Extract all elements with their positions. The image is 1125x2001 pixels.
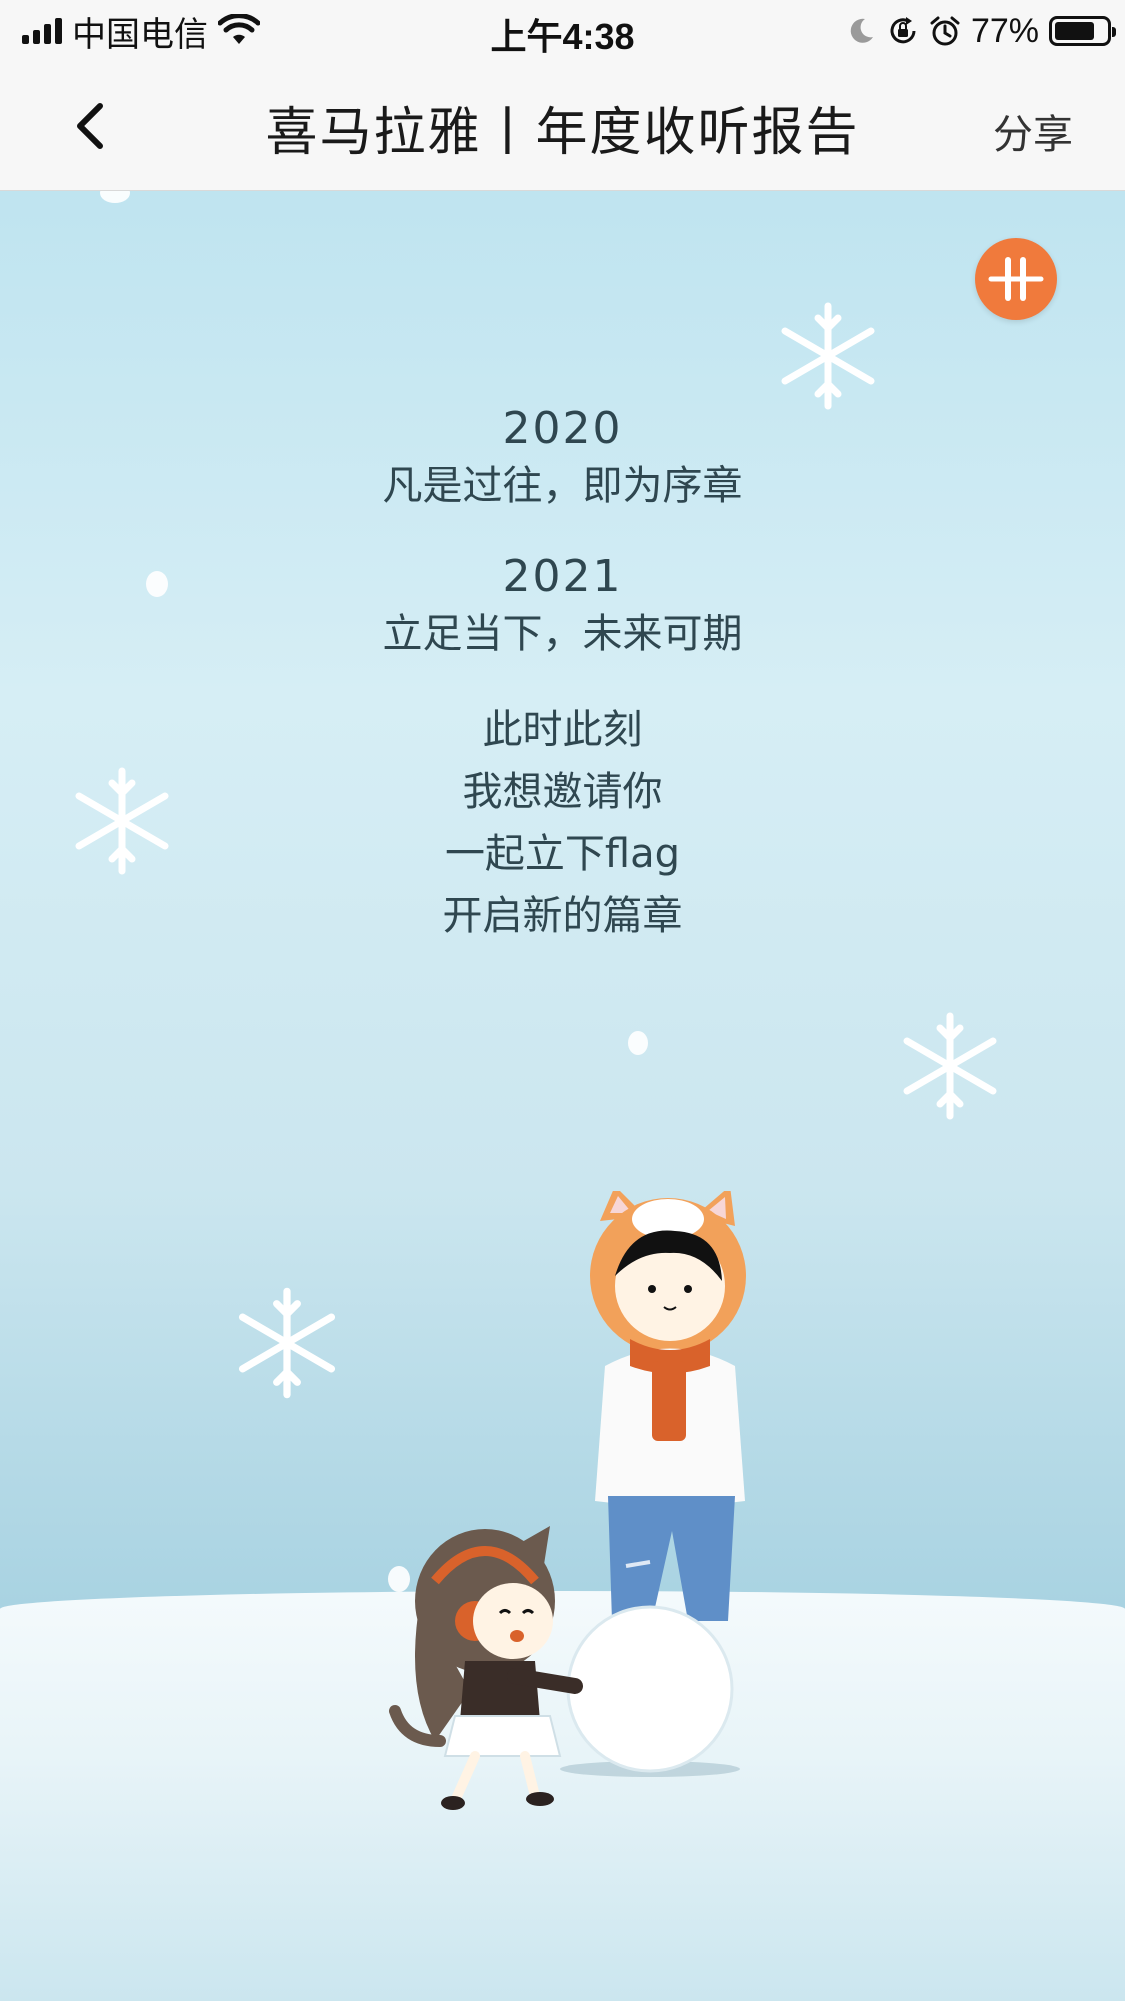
page-title: 喜马拉雅丨年度收听报告 — [265, 103, 860, 163]
share-button[interactable]: 分享 — [993, 102, 1073, 160]
rotation-lock-icon — [890, 17, 916, 44]
year-2021: 2021 — [502, 551, 623, 602]
nav-bar: 喜马拉雅丨年度收听报告 分享 — [0, 62, 1125, 191]
poem-2020: 2020 凡是过往，即为序章 — [0, 401, 1125, 515]
snow-dot — [100, 191, 130, 203]
snowflake-icon — [238, 1287, 336, 1399]
snowflake-icon — [903, 1012, 997, 1120]
moon-icon — [850, 18, 873, 43]
line-2020: 凡是过往，即为序章 — [382, 463, 743, 509]
invite-line: 一起立下flag — [444, 831, 681, 877]
girl-character-illustration — [389, 1526, 583, 1810]
invite-lines: 此时此刻 我想邀请你 一起立下flag 开启新的篇章 — [0, 699, 1125, 947]
invite-line: 我想邀请你 — [462, 769, 663, 815]
battery-icon — [1049, 16, 1116, 46]
status-bar: 中国电信 上午4:38 77% — [0, 0, 1125, 62]
alarm-icon — [930, 16, 960, 46]
report-scene: 2020 凡是过往，即为序章 2021 立足当下，未来可期 此时此刻 我想邀请你… — [0, 191, 1125, 2001]
year-2020: 2020 — [502, 403, 623, 454]
line-2021: 立足当下，未来可期 — [382, 611, 743, 657]
invite-line: 此时此刻 — [482, 707, 643, 753]
battery-percent: 77% — [970, 11, 1039, 50]
poem-2021: 2021 立足当下，未来可期 — [0, 549, 1125, 663]
wifi-icon — [218, 14, 260, 44]
snowflake-icon — [781, 302, 875, 410]
signal-icon — [22, 18, 62, 44]
chevron-left-icon[interactable] — [62, 96, 122, 156]
music-wave-icon[interactable] — [975, 238, 1057, 320]
invite-line: 开启新的篇章 — [442, 893, 683, 939]
snow-dot — [628, 1031, 648, 1055]
carrier-label: 中国电信 — [72, 15, 208, 54]
